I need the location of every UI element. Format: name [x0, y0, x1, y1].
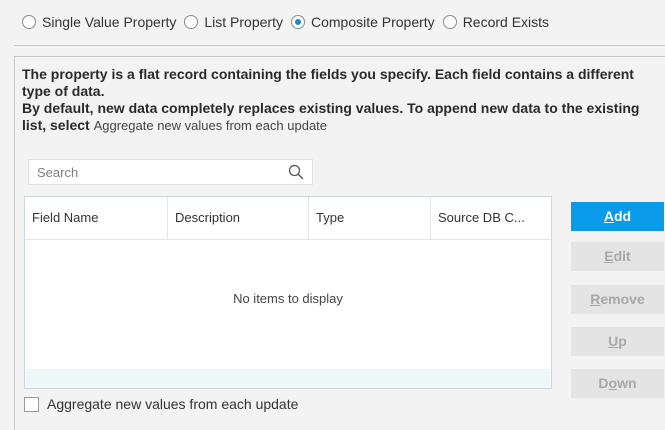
radio-label-list: List Property	[204, 14, 283, 30]
add-mnemonic: A	[603, 208, 614, 224]
down-label-pre: D	[598, 375, 609, 391]
radio-checked-icon[interactable]	[290, 15, 305, 29]
radio-composite-property[interactable]: Composite Property	[290, 14, 435, 30]
radio-circle-icon[interactable]	[22, 15, 36, 29]
aggregate-checkbox[interactable]: Aggregate new values from each update	[24, 396, 298, 412]
radio-label-record-exists: Record Exists	[462, 14, 550, 30]
remove-button[interactable]: Remove	[571, 285, 664, 314]
edit-mnemonic: E	[604, 248, 614, 264]
edit-button[interactable]: Edit	[571, 242, 664, 271]
up-mnemonic: U	[608, 333, 619, 349]
description-option-name: Aggregate new values from each update	[93, 118, 328, 133]
description-line-1: The property is a flat record containing…	[22, 66, 634, 99]
edit-label-rest: dit	[613, 248, 631, 264]
up-label-rest: p	[618, 333, 627, 349]
table-footer	[25, 369, 551, 388]
radio-circle-icon[interactable]	[442, 15, 457, 29]
divider	[14, 45, 665, 46]
empty-table-message: No items to display	[233, 291, 343, 306]
up-button[interactable]: Up	[571, 327, 664, 356]
remove-label-rest: emove	[600, 291, 645, 307]
description-line-2: By default, new data completely replaces…	[22, 100, 662, 134]
column-header-source-db[interactable]: Source DB C...	[431, 197, 551, 239]
down-label-rest: wn	[617, 375, 637, 391]
checkbox-icon[interactable]	[24, 396, 39, 412]
remove-mnemonic: R	[590, 291, 601, 307]
aggregate-checkbox-label: Aggregate new values from each update	[47, 396, 299, 412]
column-header-description[interactable]: Description	[168, 197, 309, 239]
search-icon[interactable]	[288, 164, 304, 180]
radio-single-value-property[interactable]: Single Value Property	[22, 14, 176, 30]
column-header-type[interactable]: Type	[309, 197, 431, 239]
radio-label-composite: Composite Property	[310, 14, 435, 30]
table-header: Field Name Description Type Source DB C.…	[25, 197, 551, 240]
down-button[interactable]: Down	[571, 369, 664, 398]
down-mnemonic: o	[608, 375, 618, 391]
column-header-field-name[interactable]: Field Name	[25, 197, 168, 239]
search-input[interactable]: Search	[28, 159, 313, 185]
property-type-radio-group: Single Value Property List Property Comp…	[22, 11, 557, 33]
description-text: The property is a flat record containing…	[22, 66, 662, 134]
fields-table: Field Name Description Type Source DB C.…	[24, 196, 552, 389]
add-label-rest: dd	[614, 208, 632, 224]
radio-list-property[interactable]: List Property	[184, 14, 283, 30]
radio-record-exists[interactable]: Record Exists	[442, 14, 550, 30]
search-placeholder: Search	[37, 165, 79, 180]
radio-circle-icon[interactable]	[184, 15, 199, 29]
radio-label-single-value: Single Value Property	[42, 14, 177, 30]
add-button[interactable]: Add	[571, 202, 664, 231]
